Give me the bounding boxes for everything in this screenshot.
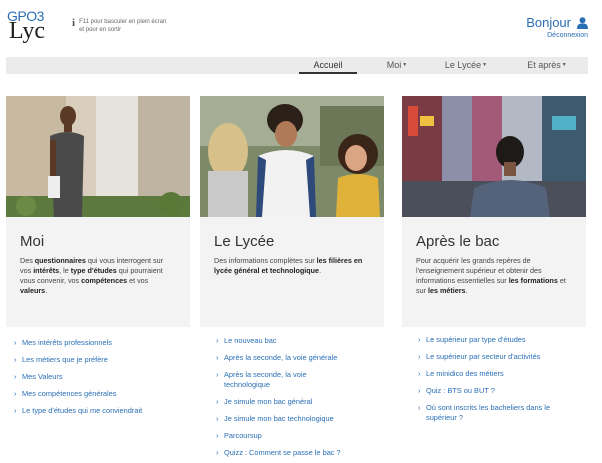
list-item[interactable]: › Mes intérêts professionnels — [14, 338, 198, 348]
links-apres-le-bac: › Le supérieur par type d'études › Le supé… — [418, 335, 602, 430]
logout-link[interactable]: Déconnexion — [526, 32, 588, 39]
tab-le-lycee[interactable]: Le Lycée▼ — [438, 57, 494, 74]
user-icon — [577, 16, 588, 29]
tab-moi[interactable]: Moi▼ — [378, 57, 416, 74]
caret-down-icon: ▼ — [402, 62, 408, 69]
caret-down-icon: ▼ — [561, 62, 567, 69]
list-item[interactable]: › Le nouveau bac — [216, 336, 400, 346]
list-item[interactable]: › Quizz : Comment se passe le bac ? — [216, 448, 400, 458]
logo[interactable]: GPO3 Lyc — [7, 8, 47, 44]
list-item[interactable]: › Le supérieur par type d'études — [418, 335, 602, 345]
list-item[interactable]: › Les métiers que je préfère — [14, 355, 198, 365]
fullscreen-hint-text: F11 pour basculer en plein écran et pour… — [79, 19, 167, 33]
list-item[interactable]: › Mes compétences générales — [14, 389, 198, 399]
tab-et-apres-label: Et après — [527, 60, 561, 70]
user-area: Bonjour Déconnexion — [526, 15, 588, 39]
card-le-lycee: Le Lycée Des informations complètes sur … — [200, 96, 384, 327]
card-description: Des informations complètes sur les filiè… — [214, 256, 363, 275]
main-nav: Accueil Moi▼ Le Lycée▼ Et après▼ — [6, 57, 588, 74]
list-item[interactable]: › Le minidico des métiers — [418, 369, 602, 379]
photo-apres-bac — [402, 96, 586, 217]
tab-moi-label: Moi — [386, 60, 402, 70]
card-moi: Moi Des questionnaires qui vous interrog… — [6, 96, 190, 327]
list-item[interactable]: › Parcoursup — [216, 431, 400, 441]
list-item[interactable]: › Où sont inscrits les bacheliers dans le… — [418, 403, 568, 423]
list-item[interactable]: › Je simule mon bac général — [216, 397, 400, 407]
photo-moi — [6, 96, 190, 217]
list-item[interactable]: › Le supérieur par secteur d'activités — [418, 352, 602, 362]
card-title: Après le bac — [416, 233, 500, 250]
greeting[interactable]: Bonjour — [526, 15, 588, 30]
list-item[interactable]: › Après la seconde, la voie technologique — [216, 370, 336, 390]
logo-bottom-text: Lyc — [9, 18, 45, 44]
card-description: Des questionnaires qui vous interrogent … — [20, 256, 164, 295]
card-le-lycee-body: Le Lycée Des informations complètes sur … — [200, 217, 384, 327]
tab-le-lycee-label: Le Lycée — [444, 60, 482, 70]
links-le-lycee: › Le nouveau bac › Après la seconde, la vo… — [216, 336, 400, 463]
card-title: Moi — [20, 233, 45, 250]
list-item[interactable]: › Le type d'études qui me conviendrait — [14, 406, 198, 416]
tab-accueil-label: Accueil — [313, 60, 343, 70]
card-apres-le-bac-body: Après le bac Pour acquérir les grands re… — [402, 217, 586, 327]
card-description: Pour acquérir les grands repères de l'en… — [416, 256, 566, 295]
list-item[interactable]: › Après la seconde, la voie générale — [216, 353, 400, 363]
info-icon: i — [72, 17, 76, 29]
tab-accueil[interactable]: Accueil — [299, 57, 357, 74]
list-item[interactable]: › Quiz : BTS ou BUT ? — [418, 386, 602, 396]
fullscreen-notice: i F11 pour basculer en plein écran et po… — [72, 18, 169, 34]
greeting-text: Bonjour — [526, 15, 571, 30]
card-apres-le-bac: Après le bac Pour acquérir les grands re… — [402, 96, 586, 327]
caret-down-icon: ▼ — [482, 62, 488, 69]
list-item[interactable]: › Je simule mon bac technologique — [216, 414, 400, 424]
card-moi-body: Moi Des questionnaires qui vous interrog… — [6, 217, 190, 327]
photo-lycee — [200, 96, 384, 217]
card-title: Le Lycée — [214, 233, 275, 250]
tab-et-apres[interactable]: Et après▼ — [520, 57, 574, 74]
list-item[interactable]: › Mes Valeurs — [14, 372, 198, 382]
links-moi: › Mes intérêts professionnels › Les métier… — [14, 338, 198, 423]
